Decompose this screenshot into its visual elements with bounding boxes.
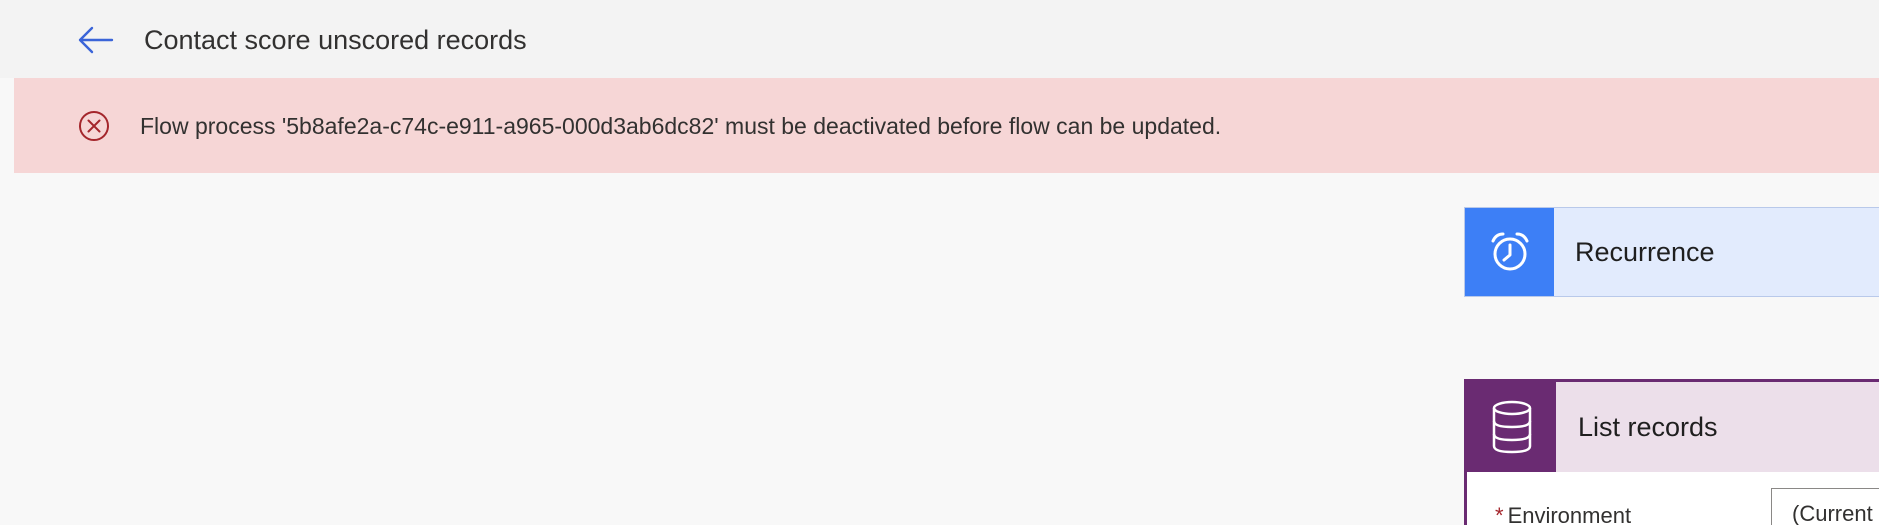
database-icon <box>1492 400 1531 454</box>
environment-field[interactable]: (Current <box>1771 488 1879 525</box>
environment-label-text: Environment <box>1507 503 1632 525</box>
back-button[interactable] <box>74 18 118 62</box>
list-records-card-header[interactable]: List records <box>1467 382 1879 472</box>
recurrence-card-title: Recurrence <box>1575 237 1715 267</box>
list-records-action-card[interactable]: List records * Environment (Current <box>1464 379 1879 525</box>
alarm-clock-icon <box>1491 232 1528 271</box>
arrow-left-icon <box>78 26 114 54</box>
page-title: Contact score unscored records <box>144 25 527 55</box>
environment-field-label: * Environment <box>1495 502 1631 525</box>
error-message: Flow process '5b8afe2a-c74c-e911-a965-00… <box>140 113 1222 139</box>
list-records-card-title: List records <box>1578 412 1718 442</box>
error-banner: Flow process '5b8afe2a-c74c-e911-a965-00… <box>14 78 1879 173</box>
recurrence-icon-box <box>1465 208 1554 296</box>
recurrence-trigger-card[interactable]: Recurrence <box>1464 207 1879 297</box>
list-records-icon-box <box>1467 382 1556 472</box>
error-circle-icon <box>79 111 109 141</box>
flow-editor-page: Contact score unscored records Flow proc… <box>0 0 1879 525</box>
top-bar: Contact score unscored records <box>0 0 1879 78</box>
required-marker: * <box>1495 503 1504 525</box>
